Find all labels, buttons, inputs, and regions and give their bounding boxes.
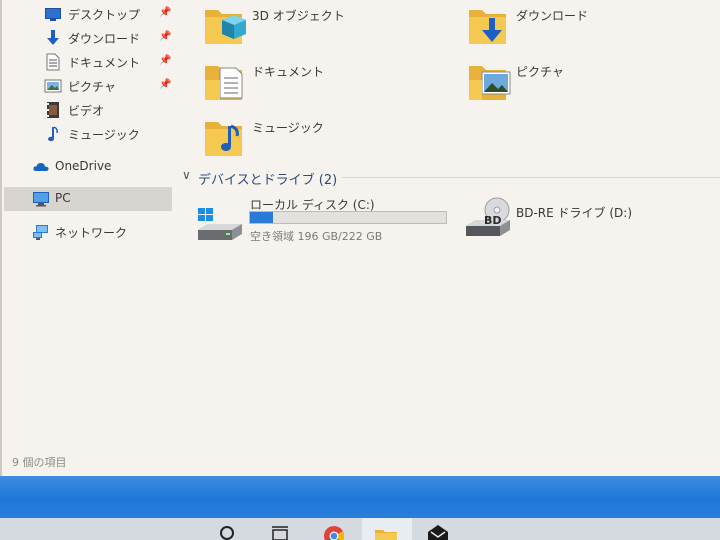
sidebar-item-label: ネットワーク: [55, 226, 128, 240]
sidebar-item-pictures[interactable]: ピクチャ 📌: [4, 74, 172, 98]
search-icon[interactable]: [216, 524, 240, 540]
sidebar-item-label: ドキュメント: [68, 56, 141, 70]
sidebar-item-label: ピクチャ: [68, 80, 116, 94]
music-note-icon: [44, 125, 62, 143]
drive-free-space: 空き領域 196 GB/222 GB: [250, 230, 383, 243]
folder-3d-objects[interactable]: 3D オブジェクト: [202, 2, 462, 54]
sidebar-item-documents[interactable]: ドキュメント 📌: [4, 50, 172, 74]
sidebar-item-music[interactable]: ミュージック: [4, 122, 172, 146]
drive-bd-re-d[interactable]: BD BD-RE ドライブ (D:): [464, 194, 664, 244]
documents-folder-icon: [202, 58, 250, 106]
sidebar-item-desktop[interactable]: デスクトップ 📌: [4, 2, 172, 26]
content-pane: 3D オブジェクト ダウンロード ドキュメント ピクチャ ミュージック ∨ デバ…: [174, 0, 720, 476]
folder-label: ミュージック: [252, 121, 324, 135]
drive-usage-fill: [250, 212, 273, 223]
pin-icon: 📌: [159, 55, 172, 66]
sidebar-item-pc[interactable]: PC: [4, 187, 172, 211]
folder-documents[interactable]: ドキュメント: [202, 58, 462, 110]
sidebar-item-label: ダウンロード: [68, 32, 141, 46]
chevron-down-icon[interactable]: ∨: [182, 168, 191, 182]
picture-icon: [44, 77, 62, 95]
windows-drive-icon: [196, 204, 246, 244]
drive-label: BD-RE ドライブ (D:): [516, 206, 632, 220]
video-icon: [44, 101, 62, 119]
sidebar-item-label: ミュージック: [68, 128, 140, 142]
3d-objects-folder-icon: [202, 2, 250, 50]
chrome-icon[interactable]: [322, 524, 346, 540]
desktop-wallpaper: [0, 476, 720, 518]
music-folder-icon: [202, 114, 250, 162]
section-title: デバイスとドライブ (2): [198, 173, 338, 188]
sidebar-item-label: デスクトップ: [68, 8, 141, 22]
pin-icon: 📌: [159, 31, 172, 42]
downloads-folder-icon: [466, 2, 514, 50]
pin-icon: 📌: [159, 79, 172, 90]
cloud-icon: [32, 158, 50, 176]
pin-icon: 📌: [159, 7, 172, 18]
folder-label: ドキュメント: [252, 65, 325, 79]
drive-local-c[interactable]: ローカル ディスク (C:) 空き領域 196 GB/222 GB: [196, 194, 456, 244]
drive-usage-bar: [249, 211, 447, 224]
task-view-icon[interactable]: [268, 524, 292, 540]
folder-label: ダウンロード: [516, 9, 589, 23]
folder-music[interactable]: ミュージック: [202, 114, 462, 166]
mail-icon[interactable]: [426, 524, 450, 540]
folder-pictures[interactable]: ピクチャ: [466, 58, 720, 110]
sidebar-item-videos[interactable]: ビデオ: [4, 98, 172, 122]
sidebar-item-label: OneDrive: [55, 159, 112, 173]
network-icon: [32, 223, 50, 241]
sidebar-item-downloads[interactable]: ダウンロード 📌: [4, 26, 172, 50]
devices-and-drives-header[interactable]: ∨ デバイスとドライブ (2): [182, 168, 720, 188]
sidebar-item-label: ビデオ: [68, 104, 105, 118]
bd-drive-icon: BD: [464, 196, 512, 242]
file-explorer-window: デスクトップ 📌 ダウンロード 📌 ドキュメント 📌 ピクチャ 📌 ビデオ ミュ…: [0, 0, 720, 476]
pictures-folder-icon: [466, 58, 514, 106]
navigation-pane: デスクトップ 📌 ダウンロード 📌 ドキュメント 📌 ピクチャ 📌 ビデオ ミュ…: [4, 0, 174, 450]
sidebar-item-onedrive[interactable]: OneDrive: [4, 155, 172, 179]
folder-label: ピクチャ: [516, 65, 564, 79]
document-icon: [44, 53, 62, 71]
status-item-count: 9 個の項目: [12, 456, 67, 469]
taskbar: [0, 518, 720, 540]
folder-label: 3D オブジェクト: [252, 9, 345, 23]
sidebar-item-network[interactable]: ネットワーク: [4, 220, 172, 244]
bd-badge: BD: [484, 214, 502, 227]
desktop-icon: [44, 5, 62, 23]
folder-downloads[interactable]: ダウンロード: [466, 2, 720, 54]
file-explorer-icon[interactable]: [374, 524, 398, 540]
sidebar-item-label: PC: [55, 191, 71, 205]
pc-monitor-icon: [32, 190, 50, 208]
download-arrow-icon: [44, 29, 62, 47]
section-divider: [342, 177, 720, 178]
